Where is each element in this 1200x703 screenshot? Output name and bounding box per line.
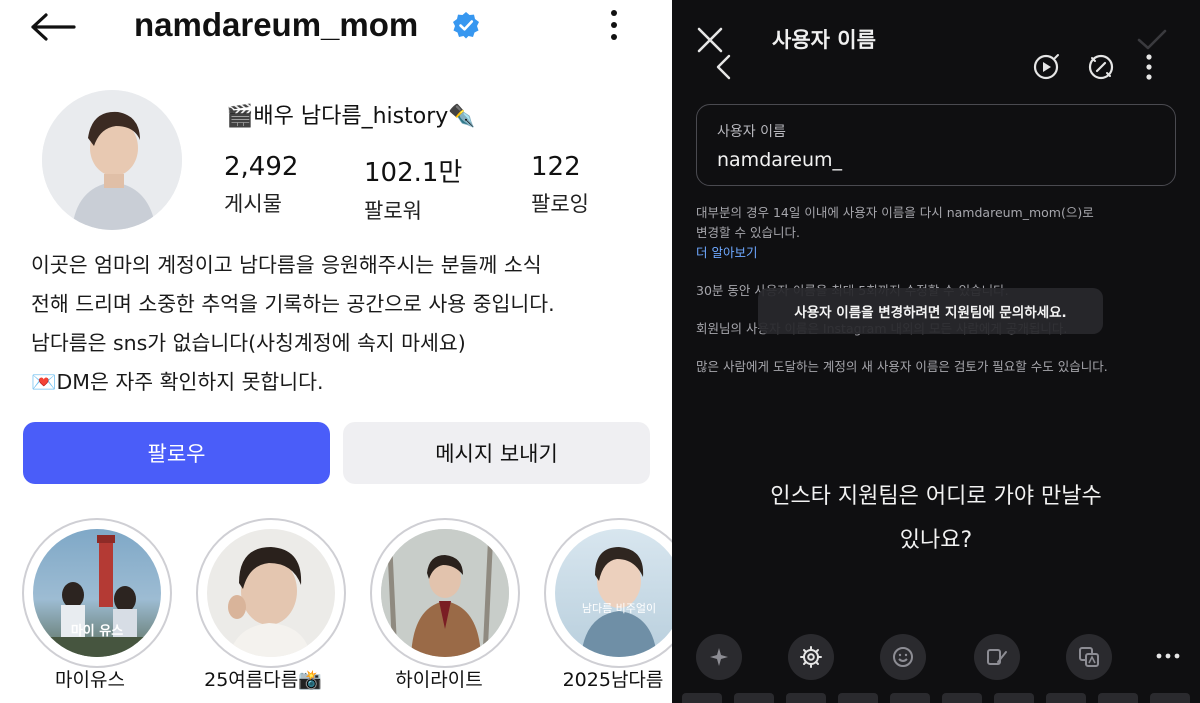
gear-icon bbox=[800, 646, 822, 668]
stat-posts[interactable]: 2,492 게시물 bbox=[224, 152, 298, 218]
keyboard-key[interactable] bbox=[994, 693, 1034, 703]
keyboard-key[interactable] bbox=[1150, 693, 1190, 703]
keyboard-key[interactable] bbox=[734, 693, 774, 703]
translate-icon bbox=[1079, 647, 1099, 667]
highlight-highlight[interactable] bbox=[370, 518, 520, 668]
stat-following-label: 팔로잉 bbox=[531, 192, 589, 216]
back-arrow-icon[interactable] bbox=[30, 12, 76, 42]
avatar[interactable] bbox=[42, 90, 182, 230]
info-review: 많은 사람에게 도달하는 계정의 새 사용자 이름은 검토가 필요할 수도 있습… bbox=[696, 359, 1108, 374]
highlight-myyouth[interactable]: 마이 유스 bbox=[22, 518, 172, 668]
username-field-label: 사용자 이름 bbox=[717, 124, 786, 140]
ai-sparkle-button[interactable] bbox=[696, 634, 742, 680]
stat-posts-count: 2,492 bbox=[224, 152, 299, 182]
smiley-icon bbox=[893, 647, 913, 667]
profile-username: namdareum_mom bbox=[134, 6, 419, 43]
editor-title: 사용자 이름 bbox=[772, 28, 876, 52]
stat-followers[interactable]: 102.1만 팔로워 bbox=[364, 152, 462, 225]
bio-line: 이곳은 엄마의 계정이고 남다름을 응원해주시는 분들께 소식 bbox=[31, 253, 542, 277]
keyboard-key[interactable] bbox=[1098, 693, 1138, 703]
stat-following[interactable]: 122 팔로잉 bbox=[531, 152, 589, 218]
highlight-thumbnail bbox=[555, 529, 672, 657]
more-options-icon[interactable] bbox=[1142, 52, 1156, 82]
learn-more-link[interactable]: 더 알아보기 bbox=[696, 242, 757, 261]
stat-posts-label: 게시물 bbox=[224, 192, 282, 216]
handwriting-button[interactable] bbox=[974, 634, 1020, 680]
bio-line: 전해 드리며 소중한 추억을 기록하는 공간으로 사용 중입니다. bbox=[31, 292, 555, 316]
highlight-thumbnail bbox=[381, 529, 509, 657]
keyboard-settings-button[interactable] bbox=[788, 634, 834, 680]
bio-line: 남다름은 sns가 없습니다(사칭계정에 속지 마세요) bbox=[31, 331, 466, 355]
profile-display-name: 🎬배우 남다름_history✒️ bbox=[226, 104, 476, 129]
support-toast: 사용자 이름을 변경하려면 지원팀에 문의하세요. bbox=[758, 288, 1103, 334]
play-circle-icon[interactable] bbox=[1031, 52, 1061, 82]
keyboard-key[interactable] bbox=[786, 693, 826, 703]
highlight-thumb-caption: 남다름 비주얼이 bbox=[581, 602, 657, 615]
highlight-label: 하이라이트 bbox=[395, 669, 483, 691]
emoji-button[interactable] bbox=[880, 634, 926, 680]
highlight-image bbox=[228, 547, 311, 657]
translate-button[interactable] bbox=[1066, 634, 1112, 680]
highlight-label: 25여름다름📸 bbox=[204, 669, 322, 691]
keyboard-key[interactable] bbox=[1046, 693, 1086, 703]
highlight-label: 마이유스 bbox=[55, 669, 125, 691]
sticker-icon[interactable] bbox=[1086, 52, 1116, 82]
profile-bio: 이곳은 엄마의 계정이고 남다름을 응원해주시는 분들께 소식 전해 드리며 소… bbox=[31, 246, 661, 402]
bio-line: 💌DM은 자주 확인하지 못합니다. bbox=[31, 370, 324, 394]
pen-icon bbox=[987, 649, 1007, 665]
info-revert-line2: 변경할 수 있습니다. bbox=[696, 225, 800, 240]
highlight-summer[interactable] bbox=[196, 518, 346, 668]
keyboard-key[interactable] bbox=[838, 693, 878, 703]
follow-button[interactable]: 팔로우 bbox=[23, 422, 330, 484]
info-revert-line1: 대부분의 경우 14일 이내에 사용자 이름을 다시 namdareum_mom… bbox=[696, 205, 1094, 220]
username-editor-panel: 사용자 이름 사용자 이름 namdareum_ 대부분의 경우 14일 이내에… bbox=[672, 0, 1200, 703]
username-field-value: namdareum_ bbox=[717, 149, 843, 171]
instagram-profile-panel: namdareum_mom 🎬배우 남다름_history✒️ 2,492 게시… bbox=[0, 0, 672, 703]
close-icon[interactable] bbox=[696, 26, 724, 54]
avatar-portrait-image bbox=[42, 90, 182, 230]
more-horizontal-icon[interactable] bbox=[1156, 652, 1180, 660]
stat-followers-label: 팔로워 bbox=[364, 199, 422, 223]
username-field[interactable]: 사용자 이름 namdareum_ bbox=[696, 104, 1176, 186]
highlight-image bbox=[381, 529, 509, 657]
stat-followers-count: 102.1만 bbox=[364, 158, 463, 188]
back-chevron-icon[interactable] bbox=[714, 54, 734, 80]
sparkle-icon bbox=[710, 648, 728, 666]
confirm-check-icon[interactable] bbox=[1136, 28, 1168, 52]
highlight-2025[interactable]: 남다름 비주얼이 bbox=[544, 518, 672, 668]
highlight-thumbnail bbox=[207, 529, 335, 657]
caption-line1: 인스타 지원팀은 어디로 가야 만날수 bbox=[770, 484, 1102, 509]
highlight-label: 2025남다름 bbox=[562, 669, 664, 691]
keyboard-key[interactable] bbox=[942, 693, 982, 703]
more-options-icon[interactable] bbox=[604, 8, 624, 42]
message-button[interactable]: 메시지 보내기 bbox=[343, 422, 650, 484]
highlight-image bbox=[581, 547, 657, 657]
stat-following-count: 122 bbox=[531, 152, 581, 182]
keyboard-key[interactable] bbox=[890, 693, 930, 703]
keyboard-key[interactable] bbox=[682, 693, 722, 703]
highlight-thumb-caption: 마이 유스 bbox=[70, 624, 124, 639]
verified-badge-icon bbox=[453, 12, 479, 39]
caption-line2: 있나요? bbox=[899, 528, 973, 553]
